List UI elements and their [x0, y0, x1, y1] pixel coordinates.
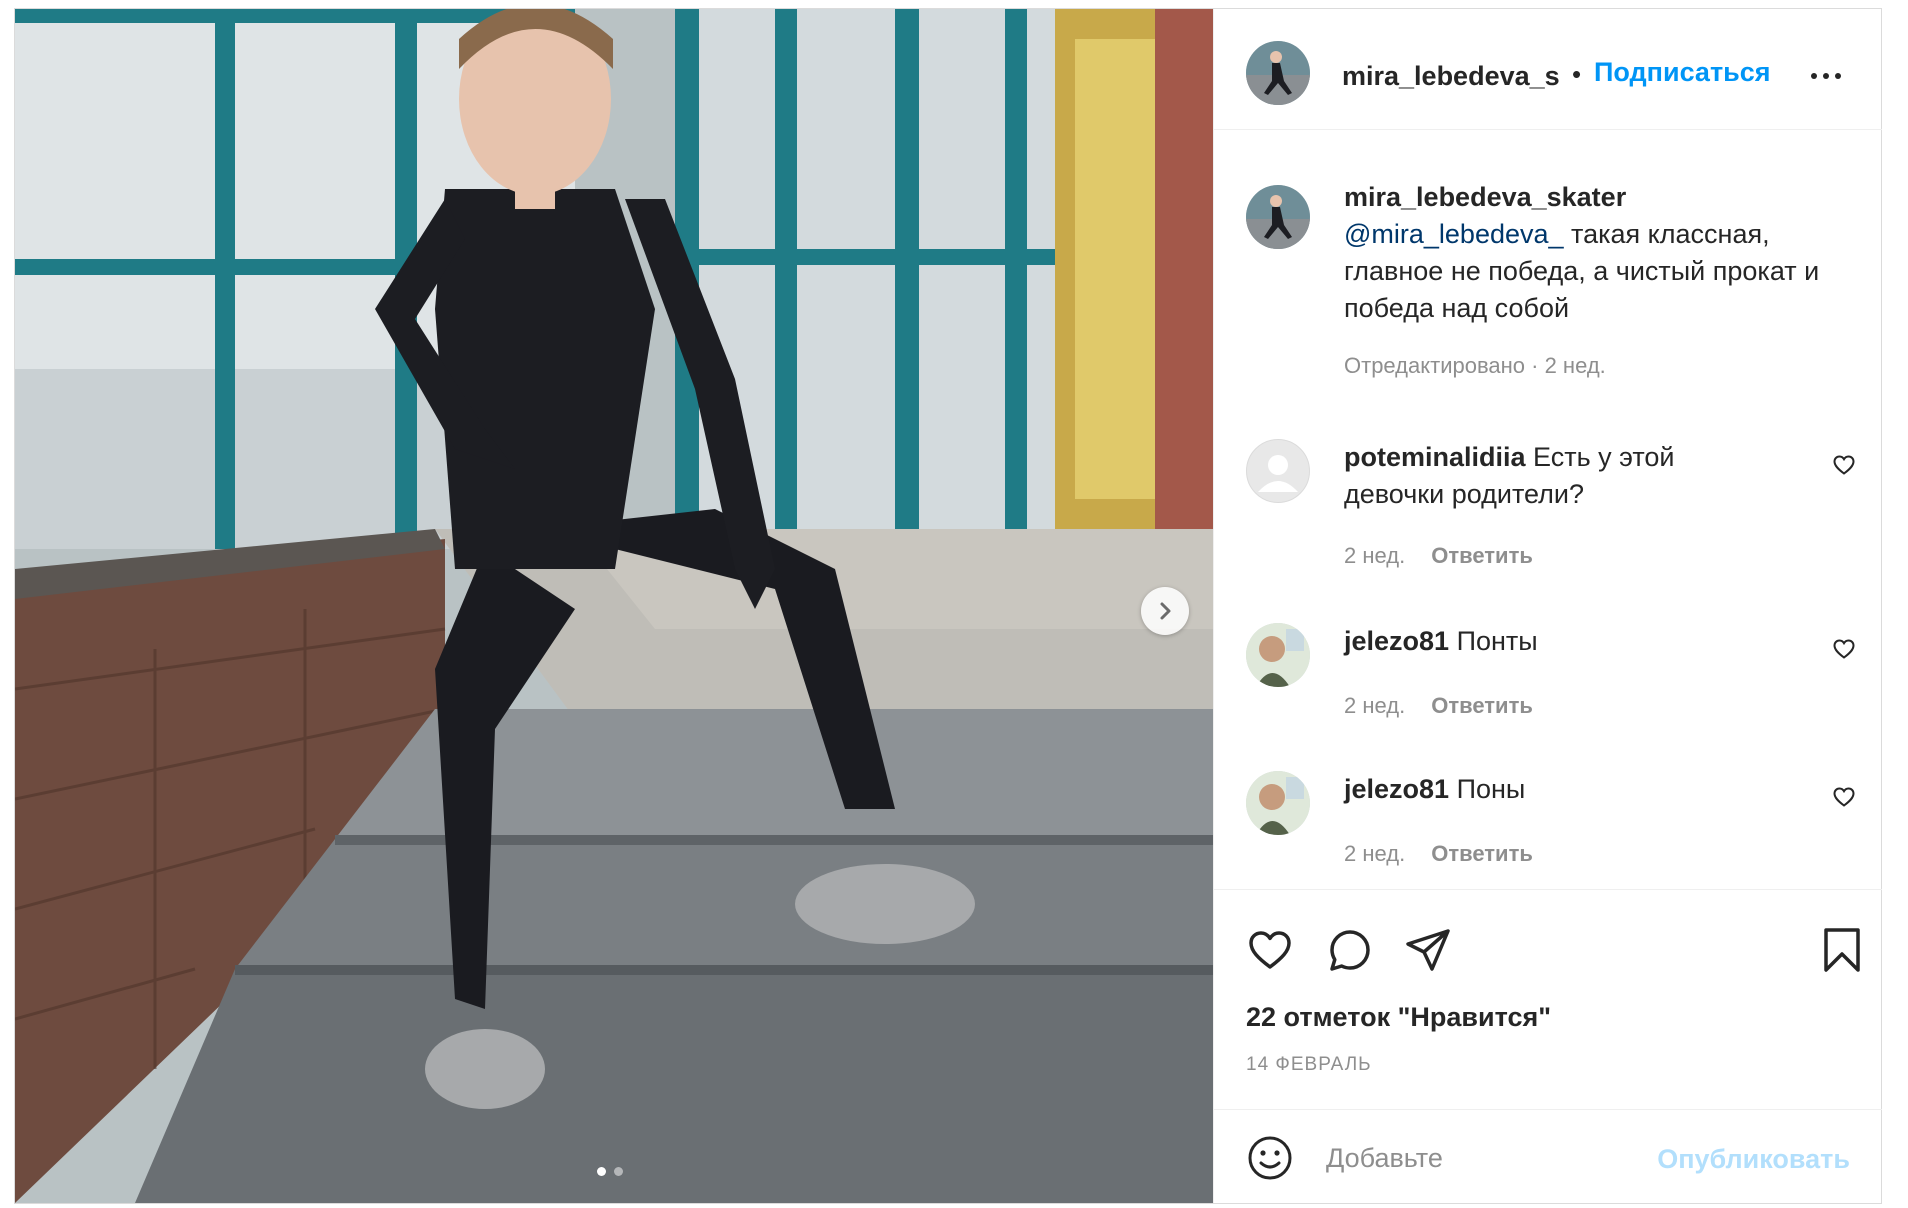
post-date: 14 ФЕВРАЛЬ: [1246, 1054, 1372, 1075]
comment-text: jelezo81 Понты: [1344, 623, 1774, 660]
comment-body: Понты: [1449, 626, 1538, 656]
chevron-right-icon: [1160, 602, 1171, 620]
post-photo[interactable]: [15, 9, 1213, 1203]
comment-time: 2 нед.: [1344, 543, 1406, 568]
post-caption: mira_lebedeva_skater @mira_lebedeva_ така…: [1344, 179, 1854, 327]
comment-time: 2 нед.: [1344, 693, 1406, 718]
comment-body: Поны: [1449, 774, 1526, 804]
smiley-icon[interactable]: [1246, 1134, 1294, 1182]
commenter-avatar[interactable]: [1246, 771, 1310, 835]
caption-author-avatar[interactable]: [1246, 185, 1310, 249]
user-placeholder-icon: [1258, 455, 1298, 492]
photo-scene: [15, 9, 1213, 1203]
comment-item: poteminalidiia Есть у этой девочки родит…: [1214, 439, 1882, 589]
comment-text: jelezo81 Поны: [1344, 771, 1774, 808]
commenter-avatar-image: [1246, 623, 1310, 687]
caption-avatar-image: [1246, 185, 1310, 249]
comment-like-heart-icon[interactable]: [1832, 785, 1856, 809]
commenter-avatar[interactable]: [1246, 623, 1310, 687]
comment-time: 2 нед.: [1344, 841, 1406, 866]
instagram-post: mira_lebedeva_s • Подписаться mira_lebed…: [14, 8, 1882, 1204]
bookmark-icon[interactable]: [1820, 926, 1864, 974]
author-username[interactable]: mira_lebedeva_s: [1342, 61, 1564, 92]
reply-button[interactable]: Ответить: [1431, 841, 1533, 867]
comment-like-heart-icon[interactable]: [1832, 637, 1856, 661]
comment-input[interactable]: [1324, 1136, 1628, 1180]
commenter-avatar-default[interactable]: [1246, 439, 1310, 503]
comment-bubble-icon[interactable]: [1326, 926, 1374, 974]
more-horizontal-icon: [1811, 73, 1817, 79]
slide-dot: [614, 1167, 623, 1176]
post-header: mira_lebedeva_s • Подписаться: [1214, 9, 1882, 130]
post-side-panel: mira_lebedeva_s • Подписаться mira_lebed…: [1213, 9, 1882, 1203]
slide-indicator: [597, 1167, 623, 1176]
caption-meta: Отредактировано · 2 нед.: [1344, 353, 1606, 378]
author-avatar-image: [1246, 41, 1310, 105]
comment-username[interactable]: poteminalidiia: [1344, 442, 1526, 472]
reply-button[interactable]: Ответить: [1431, 543, 1533, 569]
author-avatar[interactable]: [1246, 41, 1310, 105]
comment-meta: 2 нед. Ответить: [1344, 693, 1533, 719]
follow-button[interactable]: Подписаться: [1594, 57, 1771, 88]
likes-count[interactable]: 22 отметок "Нравится": [1246, 1002, 1551, 1033]
comment-like-heart-icon[interactable]: [1832, 453, 1856, 477]
comment-text: poteminalidiia Есть у этой девочки родит…: [1344, 439, 1774, 513]
comment-meta: 2 нед. Ответить: [1344, 543, 1533, 569]
reply-button[interactable]: Ответить: [1431, 693, 1533, 719]
comment-item: jelezo81 Поны 2 нед. Ответить: [1214, 771, 1882, 881]
comment-meta: 2 нед. Ответить: [1344, 841, 1533, 867]
comment-item: jelezo81 Понты 2 нед. Ответить: [1214, 623, 1882, 733]
post-actions: 22 отметок "Нравится" 14 ФЕВРАЛЬ: [1214, 889, 1882, 1110]
more-dot: [1823, 73, 1829, 79]
slide-dot-active: [597, 1167, 606, 1176]
paper-plane-icon[interactable]: [1404, 926, 1452, 974]
header-separator: •: [1572, 59, 1582, 89]
comment-username[interactable]: jelezo81: [1344, 626, 1449, 656]
more-options-button[interactable]: [1804, 61, 1848, 91]
publish-button[interactable]: Опубликовать: [1654, 1144, 1850, 1175]
commenter-avatar-image: [1246, 771, 1310, 835]
more-dot: [1835, 73, 1841, 79]
next-slide-button[interactable]: [1141, 587, 1189, 635]
caption-mention[interactable]: @mira_lebedeva_: [1344, 219, 1564, 249]
heart-icon[interactable]: [1246, 926, 1294, 974]
add-comment-bar: Опубликовать: [1214, 1109, 1882, 1204]
comment-username[interactable]: jelezo81: [1344, 774, 1449, 804]
caption-username[interactable]: mira_lebedeva_skater: [1344, 179, 1854, 216]
